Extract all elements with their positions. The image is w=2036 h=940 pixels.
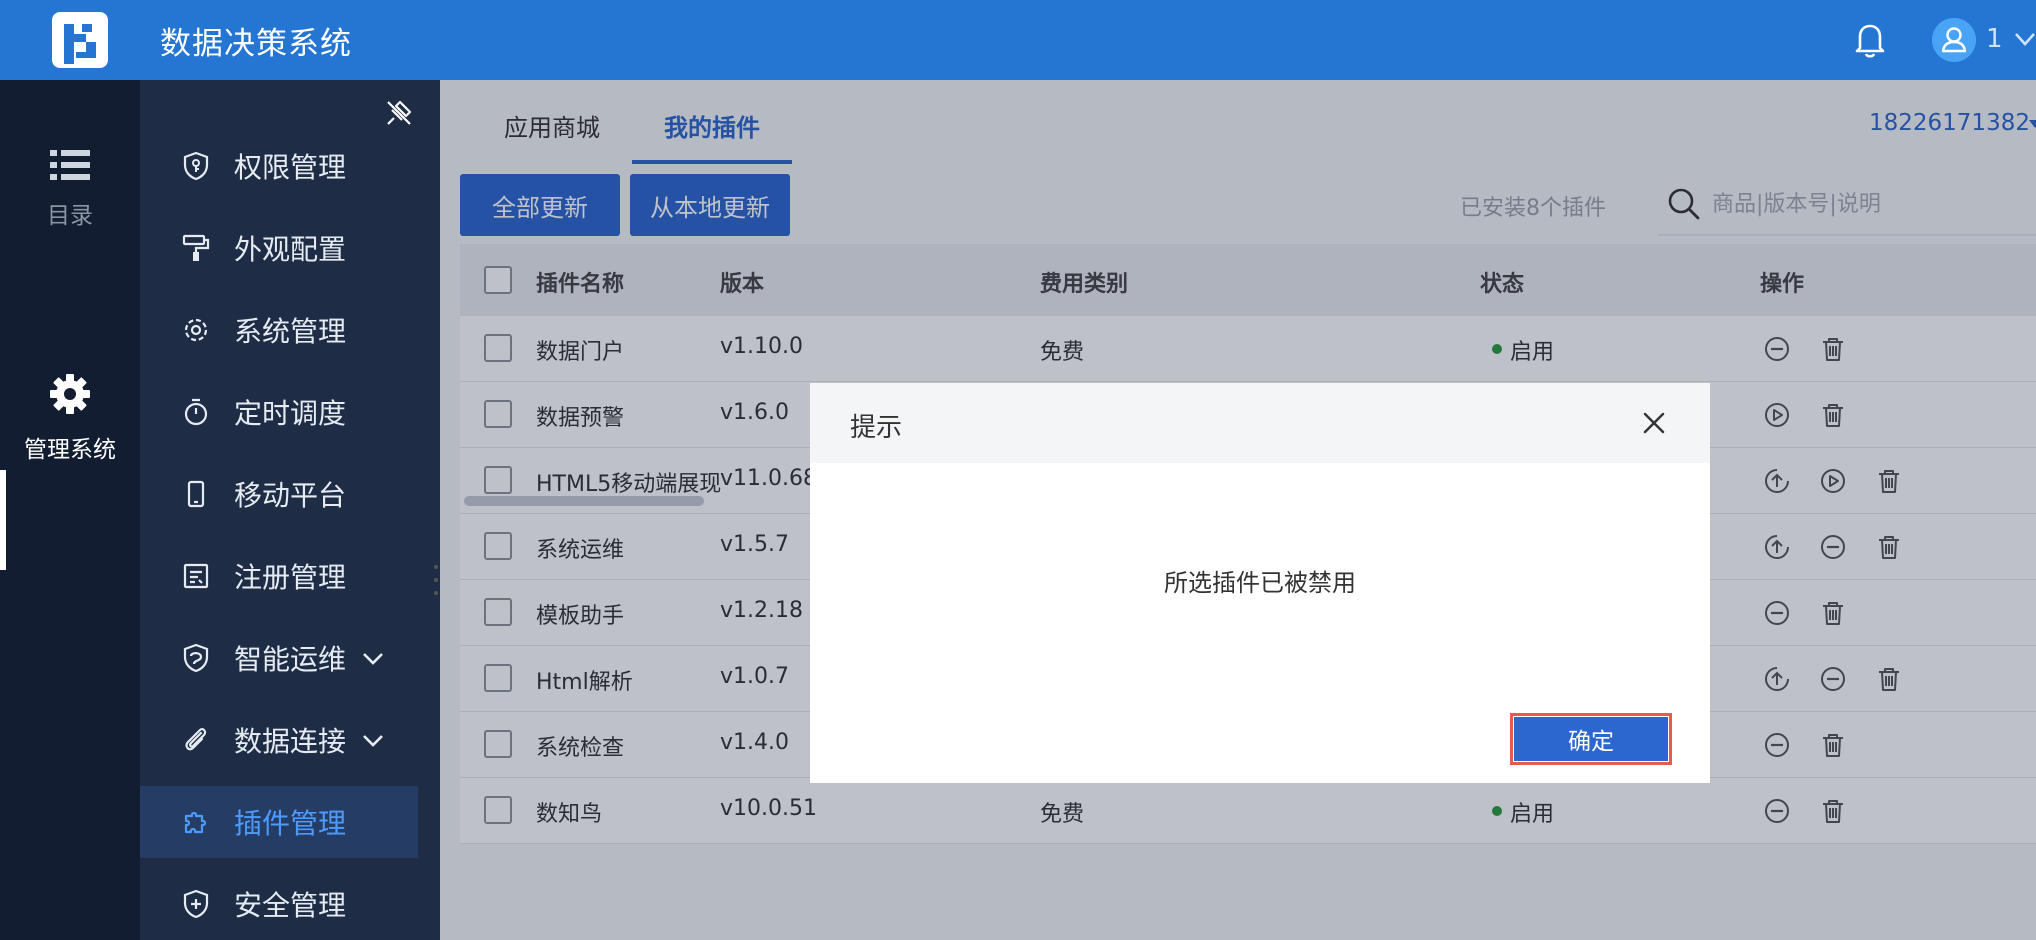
rail-active-indicator — [0, 470, 6, 570]
top-header: 数据决策系统 1 — [0, 0, 2036, 80]
menu-item-security[interactable]: 安全管理 — [140, 868, 418, 940]
menu-item-schedule[interactable]: 定时调度 — [140, 376, 418, 448]
alert-dialog: 提示 所选插件已被禁用 确定 — [810, 383, 1710, 783]
user-name[interactable]: 1 — [1986, 24, 2003, 54]
register-icon — [183, 563, 209, 589]
menu-item-appearance[interactable]: 外观配置 — [140, 212, 418, 284]
gear-icon — [184, 318, 208, 342]
menu-item-label: 安全管理 — [234, 889, 347, 922]
menu-item-mobile[interactable]: 移动平台 — [140, 458, 418, 530]
left-rail: 目录 管理系统 — [0, 80, 140, 940]
close-icon[interactable] — [1640, 409, 1668, 437]
rail-label: 目录 — [47, 203, 93, 229]
menu-item-data-connection[interactable]: 数据连接 — [140, 704, 418, 776]
dialog-title: 提示 — [850, 413, 903, 443]
ops-shield-icon — [183, 643, 209, 673]
menu-item-label: 数据连接 — [234, 725, 347, 758]
rail-label: 管理系统 — [24, 437, 116, 463]
rail-item-catalog[interactable]: 目录 — [0, 148, 140, 230]
menu-item-register[interactable]: 注册管理 — [140, 540, 418, 612]
rail-item-management[interactable]: 管理系统 — [0, 372, 140, 464]
menu-item-plugins[interactable]: 插件管理 — [140, 786, 418, 858]
dialog-message: 所选插件已被禁用 — [1164, 569, 1356, 597]
chevron-down-icon — [363, 653, 383, 665]
security-shield-icon — [183, 889, 209, 919]
menu-item-system[interactable]: 系统管理 — [140, 294, 418, 366]
stopwatch-icon — [184, 398, 208, 426]
side-menu: 权限管理 外观配置 系统管理 定时调度 移动平台 注册管理 智能运维 数据连接 … — [140, 80, 440, 940]
menu-item-label: 智能运维 — [234, 643, 347, 676]
chevron-down-icon[interactable] — [2012, 28, 2036, 52]
pin-icon[interactable] — [384, 98, 414, 128]
mobile-icon — [187, 480, 205, 508]
menu-item-label: 系统管理 — [234, 315, 347, 348]
puzzle-icon — [184, 811, 207, 834]
menu-item-label: 移动平台 — [234, 479, 347, 512]
list-icon — [50, 150, 90, 180]
gear-icon — [50, 374, 90, 414]
chevron-down-icon — [363, 735, 383, 747]
resize-handle[interactable] — [432, 562, 440, 598]
menu-item-label: 注册管理 — [234, 561, 347, 594]
paperclip-icon — [185, 728, 207, 751]
menu-item-label: 外观配置 — [234, 233, 347, 266]
app-title: 数据决策系统 — [160, 26, 352, 62]
menu-item-label: 插件管理 — [234, 807, 347, 840]
dialog-header: 提示 — [810, 383, 1710, 463]
user-avatar-icon[interactable] — [1932, 18, 1976, 62]
permission-shield-icon — [183, 151, 209, 181]
app-logo — [52, 12, 108, 68]
menu-item-label: 权限管理 — [234, 151, 347, 184]
paint-roller-icon — [182, 234, 210, 261]
menu-item-label: 定时调度 — [234, 397, 347, 430]
menu-item-permissions[interactable]: 权限管理 — [140, 130, 418, 202]
confirm-button[interactable]: 确定 — [1510, 713, 1672, 765]
bell-icon[interactable] — [1852, 20, 1888, 60]
menu-item-smart-ops[interactable]: 智能运维 — [140, 622, 418, 694]
